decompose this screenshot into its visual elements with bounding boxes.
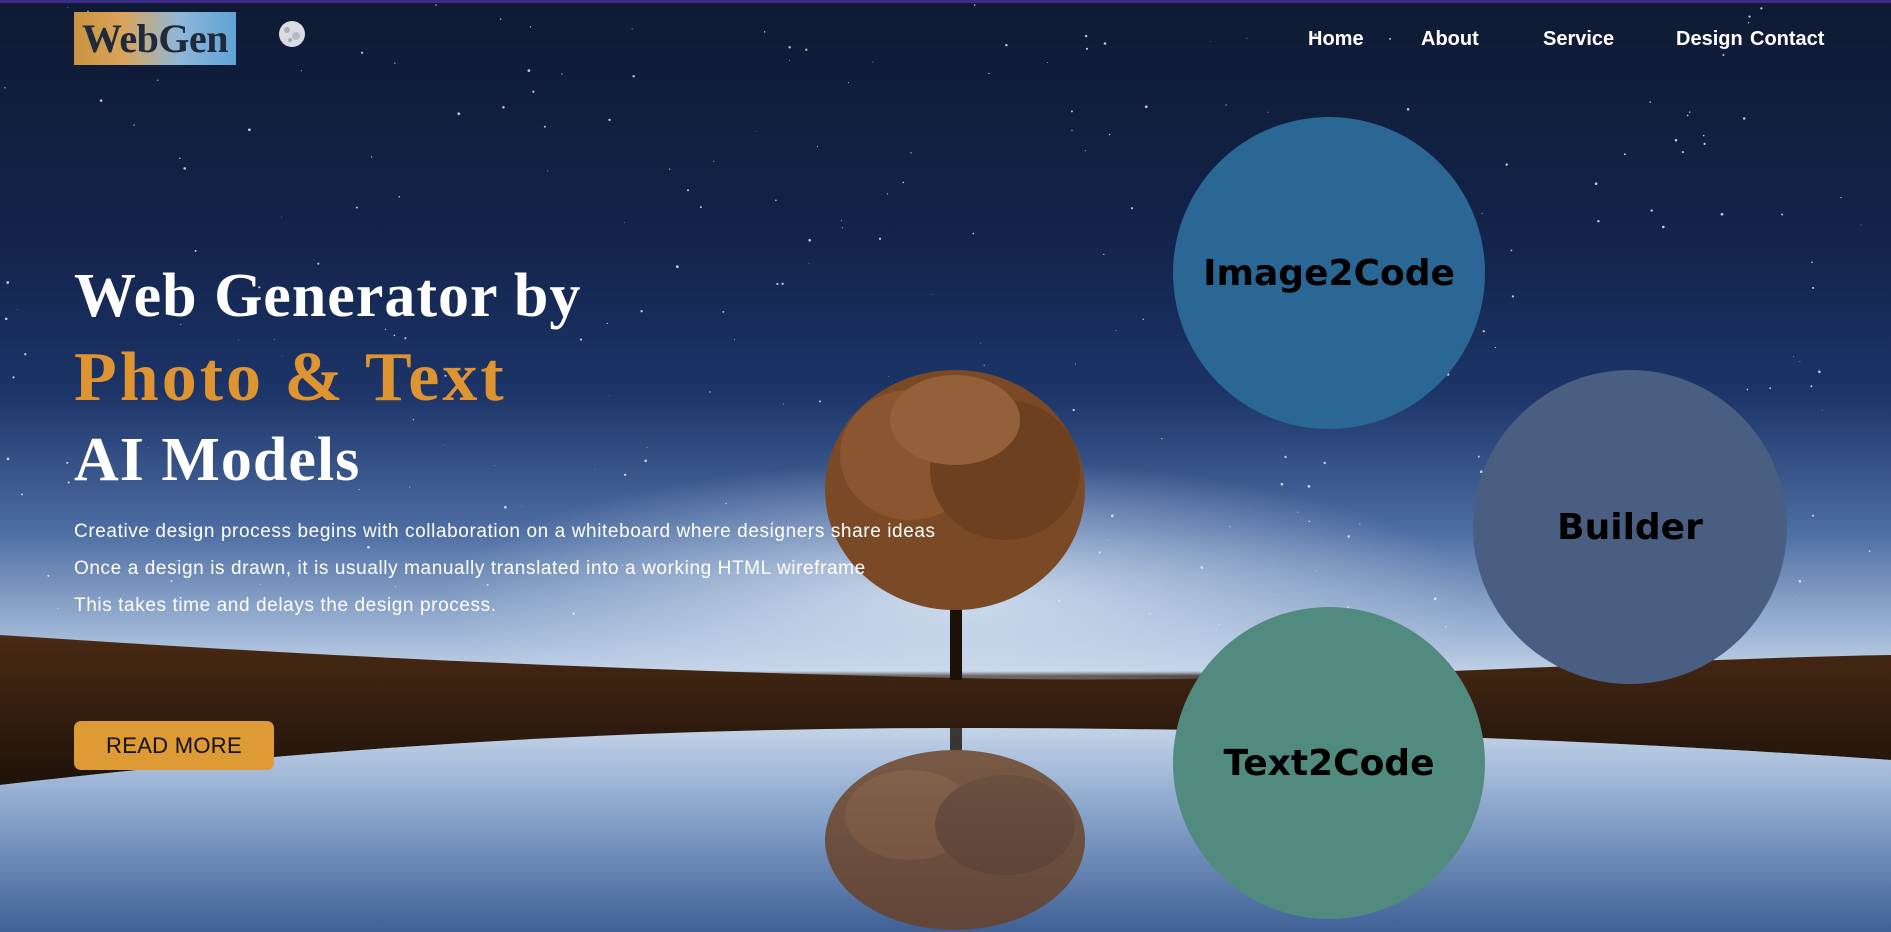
feature-label: Image2Code <box>1203 252 1455 294</box>
nav-service[interactable]: Service <box>1543 28 1614 51</box>
hero-title-line1: Web Generator by <box>74 262 582 330</box>
hero-title-line2: Photo & Text <box>74 339 507 416</box>
nav-home[interactable]: Home <box>1308 28 1364 51</box>
description-line: Once a design is drawn, it is usually ma… <box>74 558 866 579</box>
hero-page: WebGen Home About Service Design Contact… <box>0 0 1891 932</box>
moon-icon <box>279 21 305 47</box>
feature-label: Text2Code <box>1223 742 1435 784</box>
logo-text: WebGen <box>82 16 228 61</box>
hero-title-line3: AI Models <box>74 426 361 494</box>
feature-builder[interactable]: Builder <box>1473 370 1787 684</box>
feature-label: Builder <box>1557 506 1703 548</box>
description-line: This takes time and delays the design pr… <box>74 595 497 616</box>
feature-text2code[interactable]: Text2Code <box>1173 607 1485 919</box>
read-more-button[interactable]: READ MORE <box>74 721 274 770</box>
feature-image2code[interactable]: Image2Code <box>1173 117 1485 429</box>
nav-design[interactable]: Design <box>1676 28 1743 51</box>
nav-about[interactable]: About <box>1421 28 1479 51</box>
hero-title: Web Generator by Photo & Text AI Models <box>74 258 581 498</box>
nav-contact[interactable]: Contact <box>1750 28 1824 51</box>
description-line: Creative design process begins with coll… <box>74 521 936 542</box>
hero-description: Creative design process begins with coll… <box>74 513 936 624</box>
logo[interactable]: WebGen <box>74 12 236 65</box>
